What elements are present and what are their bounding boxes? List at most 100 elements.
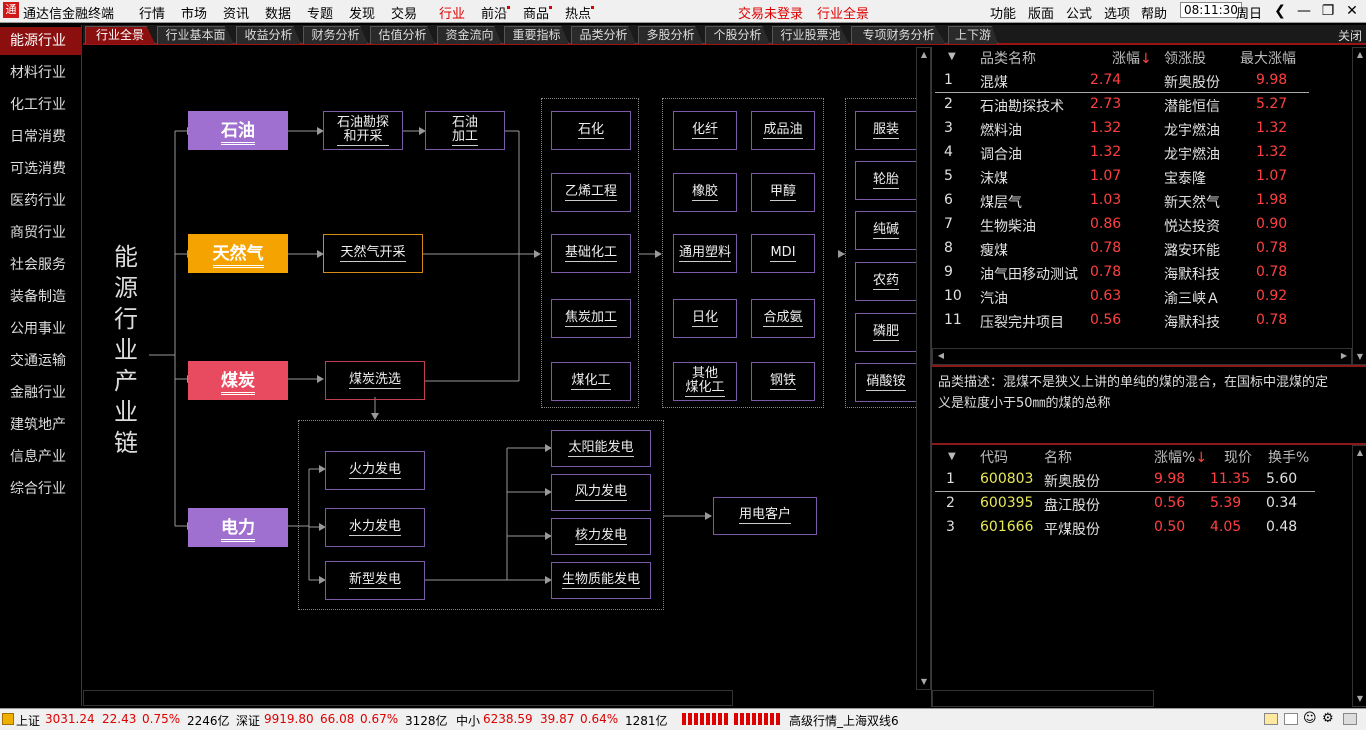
menu-item-market[interactable]: 市场	[181, 3, 207, 22]
node-pesticide[interactable]: 农药	[855, 262, 916, 301]
tab-category-analysis[interactable]: 品类分析	[571, 26, 636, 44]
col-header-name[interactable]: 名称	[1044, 447, 1072, 467]
scroll-up-icon[interactable]: ▲	[1353, 48, 1366, 62]
scroll-right-icon[interactable]: ▶	[1337, 349, 1351, 363]
scroll-up-icon[interactable]: ▲	[1353, 446, 1366, 460]
note-icon[interactable]	[1284, 713, 1298, 725]
menu-item-formula[interactable]: 公式	[1066, 3, 1092, 22]
sidebar-item-materials[interactable]: 材料行业	[0, 59, 82, 87]
quote-line-status[interactable]: 高级行情_上海双线6	[789, 712, 899, 729]
menu-item-news[interactable]: 资讯	[223, 3, 249, 22]
node-thermal-power[interactable]: 火力发电	[325, 451, 425, 490]
menu-item-commodity[interactable]: 商品	[523, 3, 553, 22]
sidebar-item-medicine[interactable]: 医药行业	[0, 187, 82, 215]
tab-valuation[interactable]: 估值分析	[370, 26, 435, 44]
scroll-down-icon[interactable]: ▼	[1353, 350, 1366, 364]
node-tire[interactable]: 轮胎	[855, 161, 916, 200]
minimize-icon[interactable]: —	[1294, 2, 1314, 20]
node-gas-exploration[interactable]: 天然气开采	[323, 234, 423, 273]
node-oil-exploration[interactable]: 石油勘探 和开采	[323, 111, 403, 150]
node-steel[interactable]: 钢铁	[751, 362, 815, 401]
table1-hscrollbar[interactable]: ◀ ▶	[932, 348, 1352, 365]
sidebar-item-comprehensive[interactable]: 综合行业	[0, 475, 82, 503]
node-new-power[interactable]: 新型发电	[325, 561, 425, 600]
menu-item-industry[interactable]: 行业	[439, 3, 465, 22]
scroll-left-icon[interactable]: ◀	[934, 349, 948, 363]
tab-key-indicators[interactable]: 重要指标	[504, 26, 569, 44]
node-power-customer[interactable]: 用电客户	[713, 497, 817, 535]
node-plastics[interactable]: 通用塑料	[673, 234, 737, 273]
node-biomass-power[interactable]: 生物质能发电	[551, 562, 651, 599]
menu-item-trade[interactable]: 交易	[391, 3, 417, 22]
menu-item-data[interactable]: 数据	[265, 3, 291, 22]
person-icon[interactable]: ☺	[1303, 711, 1317, 726]
node-rubber[interactable]: 橡胶	[673, 173, 737, 212]
node-phosphate-fertilizer[interactable]: 磷肥	[855, 313, 916, 352]
category-coal[interactable]: 煤炭	[188, 361, 288, 400]
sidebar-item-social-service[interactable]: 社会服务	[0, 251, 82, 279]
menu-item-quotes[interactable]: 行情	[139, 3, 165, 22]
close-icon[interactable]: ✕	[1342, 2, 1362, 20]
tab-multi-stock[interactable]: 多股分析	[638, 26, 703, 44]
col-header-pct[interactable]: 涨幅%↓	[1154, 447, 1207, 467]
back-arrow-icon[interactable]: ❮	[1270, 2, 1290, 20]
category-gas[interactable]: 天然气	[188, 234, 288, 273]
diagram-vscrollbar[interactable]: ▲ ▼	[916, 47, 931, 690]
table2-vscrollbar[interactable]: ▲ ▼	[1352, 445, 1366, 707]
table2-hscrollbar[interactable]	[932, 690, 1154, 707]
menu-item-help[interactable]: 帮助	[1141, 3, 1167, 22]
sidebar-item-equipment[interactable]: 装备制造	[0, 283, 82, 311]
sidebar-item-finance[interactable]: 金融行业	[0, 379, 82, 407]
node-solar-power[interactable]: 太阳能发电	[551, 430, 651, 467]
sidebar-item-energy[interactable]: 能源行业	[0, 27, 82, 55]
sz-index-name[interactable]: 深证	[236, 712, 260, 729]
menu-item-topics[interactable]: 专题	[307, 3, 333, 22]
node-other-coal-chemical[interactable]: 其他 煤化工	[673, 362, 737, 401]
node-nuclear-power[interactable]: 核力发电	[551, 518, 651, 555]
tab-return-analysis[interactable]: 收益分析	[236, 26, 301, 44]
tab-single-stock[interactable]: 个股分析	[705, 26, 770, 44]
scroll-up-icon[interactable]: ▲	[917, 48, 931, 62]
sidebar-item-real-estate[interactable]: 建筑地产	[0, 411, 82, 439]
tab-special-financial[interactable]: 专项财务分析	[851, 26, 946, 44]
col-header-code[interactable]: 代码	[980, 447, 1008, 467]
node-hydro-power[interactable]: 水力发电	[325, 508, 425, 547]
node-coal-chemical[interactable]: 煤化工	[551, 362, 631, 401]
node-coal-washing[interactable]: 煤炭洗选	[325, 361, 425, 400]
menu-item-function[interactable]: 功能	[990, 3, 1016, 22]
sidebar-item-commerce[interactable]: 商贸行业	[0, 219, 82, 247]
sidebar-item-it[interactable]: 信息产业	[0, 443, 82, 471]
node-chemical-fiber[interactable]: 化纤	[673, 111, 737, 150]
node-ammonia[interactable]: 合成氨	[751, 299, 815, 338]
tab-fundamentals[interactable]: 行业基本面	[157, 26, 234, 44]
node-ethylene[interactable]: 乙烯工程	[551, 173, 631, 212]
category-oil[interactable]: 石油	[188, 111, 288, 150]
node-clothing[interactable]: 服装	[855, 111, 916, 150]
node-refined-oil[interactable]: 成品油	[751, 111, 815, 150]
node-wind-power[interactable]: 风力发电	[551, 474, 651, 511]
tab-financial-analysis[interactable]: 财务分析	[303, 26, 368, 44]
sidebar-item-utilities[interactable]: 公用事业	[0, 315, 82, 343]
sort-dropdown-icon[interactable]: ▼	[948, 51, 956, 62]
node-coke[interactable]: 焦炭加工	[551, 299, 631, 338]
node-soda-ash[interactable]: 纯碱	[855, 211, 916, 250]
category-power[interactable]: 电力	[188, 508, 288, 547]
col-header-change[interactable]: 涨幅↓	[1112, 48, 1152, 68]
menu-item-options[interactable]: 选项	[1104, 3, 1130, 22]
zx-index-name[interactable]: 中小	[456, 712, 480, 729]
settings-icon[interactable]: ⚙	[1322, 711, 1334, 726]
sidebar-item-optional-consumption[interactable]: 可选消费	[0, 155, 82, 183]
restore-icon[interactable]: ❐	[1318, 2, 1338, 20]
sidebar-item-daily-consumption[interactable]: 日常消费	[0, 123, 82, 151]
col-header-max-change[interactable]: 最大涨幅	[1240, 48, 1296, 68]
table1-vscrollbar[interactable]: ▲ ▼	[1352, 47, 1366, 365]
node-mdi[interactable]: MDI	[751, 234, 815, 273]
menu-item-layout[interactable]: 版面	[1028, 3, 1054, 22]
index-icon[interactable]	[2, 713, 14, 725]
tab-fund-flow[interactable]: 资金流向	[437, 26, 502, 44]
node-petrochemical[interactable]: 石化	[551, 111, 631, 150]
node-ammonium-nitrate[interactable]: 硝酸铵	[855, 363, 916, 402]
node-methanol[interactable]: 甲醇	[751, 173, 815, 212]
col-header-price[interactable]: 现价	[1224, 447, 1252, 467]
window-icon[interactable]	[1343, 713, 1357, 725]
